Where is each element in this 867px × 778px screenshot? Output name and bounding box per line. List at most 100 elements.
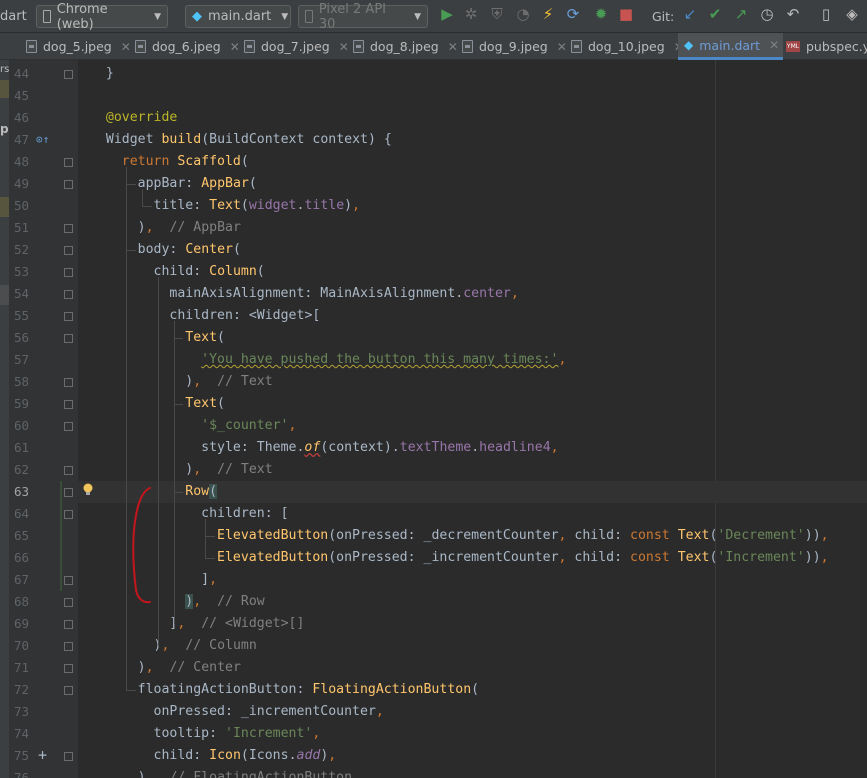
sdk-manager-icon[interactable]: ◈: [843, 5, 861, 23]
device-manager-icon[interactable]: ▯: [817, 5, 835, 23]
line-number[interactable]: 54: [9, 283, 29, 305]
fold-toggle-icon[interactable]: [64, 620, 73, 629]
tab-dog-5[interactable]: dog_5.jpeg ✕: [26, 33, 131, 60]
line-number[interactable]: 72: [9, 679, 29, 701]
code-line[interactable]: @override: [78, 107, 867, 129]
line-number[interactable]: 70: [9, 635, 29, 657]
code-line[interactable]: children: [: [78, 503, 867, 525]
code-line[interactable]: Text(: [78, 393, 867, 415]
close-icon[interactable]: ✕: [448, 40, 458, 54]
line-number[interactable]: 63: [9, 481, 29, 503]
code-line[interactable]: Widget build(BuildContext context) {: [78, 129, 867, 151]
fold-toggle-icon[interactable]: [64, 598, 73, 607]
emulator-select[interactable]: Pixel 2 API 30 ▼: [298, 2, 428, 32]
tab-dog-7[interactable]: dog_7.jpeg ✕: [244, 33, 349, 60]
fold-toggle-icon[interactable]: [64, 488, 73, 497]
code-line[interactable]: ], // <Widget>[]: [78, 613, 867, 635]
line-number[interactable]: 46: [9, 107, 29, 129]
close-icon[interactable]: ✕: [230, 40, 240, 54]
git-commit-icon[interactable]: ✔: [706, 5, 724, 23]
fold-toggle-icon[interactable]: [64, 752, 73, 761]
code-line[interactable]: 'You have pushed the button this many ti…: [78, 349, 867, 371]
fold-toggle-icon[interactable]: [64, 158, 73, 167]
close-icon[interactable]: ✕: [557, 40, 567, 54]
code-editor[interactable]: } @override Widget build(BuildContext co…: [78, 60, 867, 778]
line-number[interactable]: 44: [9, 63, 29, 85]
line-number[interactable]: 52: [9, 239, 29, 261]
code-line[interactable]: child: Icon(Icons.add),: [78, 745, 867, 767]
fold-toggle-icon[interactable]: [64, 400, 73, 409]
code-line[interactable]: onPressed: _incrementCounter,: [78, 701, 867, 723]
line-number[interactable]: 53: [9, 261, 29, 283]
line-number[interactable]: 71: [9, 657, 29, 679]
git-update-icon[interactable]: ↙: [681, 5, 699, 23]
code-line[interactable]: ), // AppBar: [78, 217, 867, 239]
fold-toggle-icon[interactable]: [64, 70, 73, 79]
code-line[interactable]: ), // Text: [78, 371, 867, 393]
fold-toggle-icon[interactable]: [64, 180, 73, 189]
stop-icon[interactable]: ■: [617, 5, 635, 23]
line-number[interactable]: 61: [9, 437, 29, 459]
fold-toggle-icon[interactable]: [64, 576, 73, 585]
fold-toggle-icon[interactable]: [64, 268, 73, 277]
tab-dog-8[interactable]: dog_8.jpeg ✕: [353, 33, 458, 60]
line-number[interactable]: 69: [9, 613, 29, 635]
coverage-icon[interactable]: ⛨: [488, 5, 506, 23]
line-number[interactable]: 73: [9, 701, 29, 723]
fold-toggle-icon[interactable]: [64, 466, 73, 475]
code-line[interactable]: ), // FloatingActionButton: [78, 767, 867, 778]
fold-toggle-icon[interactable]: [64, 664, 73, 673]
flutter-inspector-icon[interactable]: ✹: [592, 5, 610, 23]
line-number[interactable]: 51: [9, 217, 29, 239]
code-line[interactable]: ), // Column: [78, 635, 867, 657]
project-panel-edge[interactable]: rs p: [0, 60, 9, 778]
tab-dog-9[interactable]: dog_9.jpeg ✕: [462, 33, 567, 60]
git-history-icon[interactable]: ◷: [758, 5, 776, 23]
lightbulb-icon[interactable]: [82, 482, 94, 496]
code-line[interactable]: Row(: [78, 481, 867, 503]
fold-toggle-icon[interactable]: [64, 246, 73, 255]
add-icon[interactable]: +: [38, 746, 47, 764]
tab-dog-6[interactable]: dog_6.jpeg ✕: [135, 33, 240, 60]
line-number[interactable]: 58: [9, 371, 29, 393]
line-number[interactable]: 50: [9, 195, 29, 217]
fold-toggle-icon[interactable]: [64, 686, 73, 695]
code-line[interactable]: Text(: [78, 327, 867, 349]
code-line[interactable]: ],: [78, 569, 867, 591]
fold-toggle-icon[interactable]: [64, 422, 73, 431]
run-config-select[interactable]: ◆ main.dart ▼: [185, 5, 291, 28]
code-line[interactable]: '$_counter',: [78, 415, 867, 437]
run-icon[interactable]: ▶: [438, 5, 456, 23]
line-number[interactable]: 68: [9, 591, 29, 613]
code-line[interactable]: children: <Widget>[: [78, 305, 867, 327]
profile-icon[interactable]: ◔: [514, 5, 532, 23]
project-label[interactable]: dart: [0, 5, 27, 28]
code-line[interactable]: ), // Row: [78, 591, 867, 613]
line-number[interactable]: 59: [9, 393, 29, 415]
code-line[interactable]: ElevatedButton(onPressed: _decrementCoun…: [78, 525, 867, 547]
line-number[interactable]: 55: [9, 305, 29, 327]
line-number[interactable]: 64: [9, 503, 29, 525]
hot-restart-icon[interactable]: ⟳: [564, 5, 582, 23]
code-line[interactable]: floatingActionButton: FloatingActionButt…: [78, 679, 867, 701]
vcs-change-marker[interactable]: [60, 481, 62, 591]
code-line[interactable]: }: [78, 63, 867, 85]
fold-toggle-icon[interactable]: [64, 224, 73, 233]
code-line[interactable]: return Scaffold(: [78, 151, 867, 173]
fold-toggle-icon[interactable]: [64, 334, 73, 343]
fold-toggle-icon[interactable]: [64, 312, 73, 321]
line-number[interactable]: 57: [9, 349, 29, 371]
fold-toggle-icon[interactable]: [64, 642, 73, 651]
close-icon[interactable]: ✕: [121, 40, 131, 54]
line-number[interactable]: 65: [9, 525, 29, 547]
line-number[interactable]: 48: [9, 151, 29, 173]
tab-pubspec[interactable]: YML pubspec.ya: [786, 33, 867, 60]
line-number[interactable]: 74: [9, 723, 29, 745]
code-line[interactable]: ElevatedButton(onPressed: _incrementCoun…: [78, 547, 867, 569]
line-number[interactable]: 62: [9, 459, 29, 481]
git-rollback-icon[interactable]: ↶: [784, 5, 802, 23]
tab-dog-10[interactable]: dog_10.jpeg ✕: [571, 33, 684, 60]
line-number[interactable]: 49: [9, 173, 29, 195]
line-number[interactable]: 56: [9, 327, 29, 349]
close-icon[interactable]: ✕: [769, 38, 779, 52]
